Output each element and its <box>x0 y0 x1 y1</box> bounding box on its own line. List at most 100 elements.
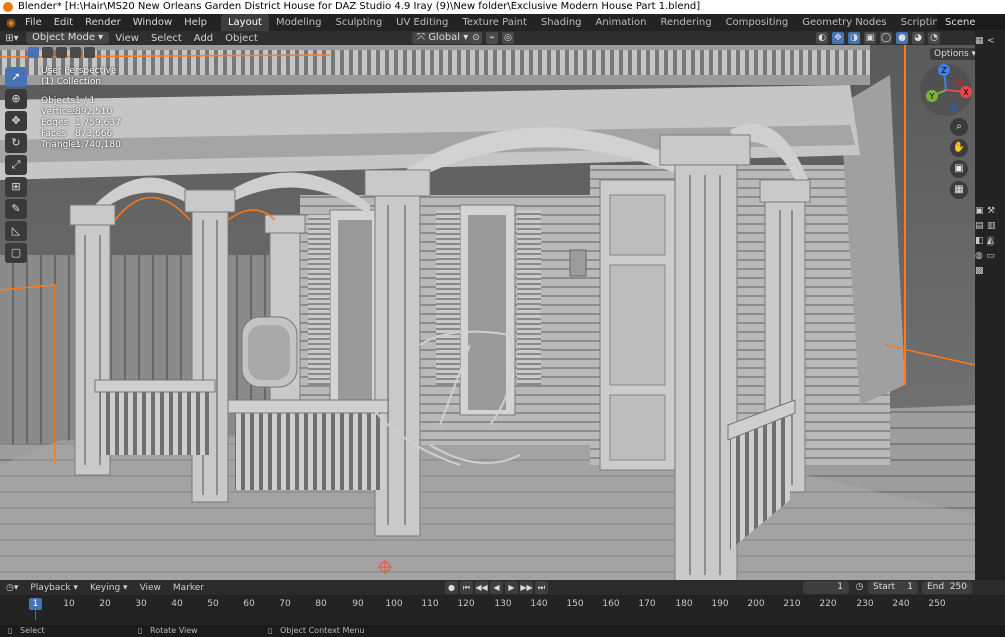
overlay-toggle-icon[interactable]: ◑ <box>848 32 860 44</box>
viewport-text-overlay: User Perspective (1) Collection Objects 1… <box>41 66 121 151</box>
scene-selector[interactable]: Scene <box>937 15 1005 30</box>
frame-tick: 110 <box>421 599 439 609</box>
collapse-icon[interactable]: < <box>987 36 995 46</box>
visibility-icon[interactable]: ◐ <box>816 32 828 44</box>
object-mode-dropdown[interactable]: Object Mode ▾ <box>26 32 110 44</box>
cursor-tool-icon[interactable]: ⊕ <box>5 89 27 109</box>
grid-view-icon[interactable]: ▦ <box>950 181 968 199</box>
tab-rendering[interactable]: Rendering <box>653 14 718 31</box>
end-frame-field[interactable]: End 250 <box>922 581 972 594</box>
gizmo-toggle-icon[interactable]: ✥ <box>832 32 844 44</box>
annotate-tool-icon[interactable]: ✎ <box>5 199 27 219</box>
tab-compositing[interactable]: Compositing <box>719 14 796 31</box>
texture-properties-icon[interactable]: ▩ <box>975 266 984 276</box>
collection-properties-icon[interactable]: ▭ <box>986 251 995 261</box>
tab-shading[interactable]: Shading <box>534 14 589 31</box>
jump-end-icon[interactable]: ⏭ <box>535 581 548 594</box>
navigation-gizmo[interactable]: X Y Z <box>918 62 974 118</box>
menu-playback[interactable]: Playback ▾ <box>24 583 84 593</box>
properties-editor-icon[interactable]: ▣ <box>975 206 984 216</box>
jump-prev-keyframe-icon[interactable]: ◀◀ <box>475 581 488 594</box>
playhead-line <box>35 610 36 620</box>
frame-tick: 60 <box>243 599 255 609</box>
menu-object[interactable]: Object <box>219 33 264 44</box>
tab-layout[interactable]: Layout <box>220 14 269 31</box>
render-properties-icon[interactable]: ▤ <box>975 221 984 231</box>
select-intersect-icon[interactable] <box>84 47 95 58</box>
view-layer-icon[interactable]: ◧ <box>975 236 984 246</box>
3d-viewport[interactable] <box>0 45 975 580</box>
shading-wireframe-icon[interactable]: ◯ <box>880 32 892 44</box>
options-dropdown[interactable]: Options ▾ <box>930 48 981 60</box>
add-cube-tool-icon[interactable]: ▢ <box>5 243 27 263</box>
menu-window[interactable]: Window <box>127 17 178 28</box>
status-rotate: Rotate View <box>150 626 198 635</box>
menu-view[interactable]: View <box>109 33 145 44</box>
scene-properties-icon[interactable]: ◭ <box>987 236 994 246</box>
pivot-icon[interactable]: ⊙ <box>470 32 482 44</box>
snap-icon[interactable]: ⌁ <box>486 32 498 44</box>
menu-select[interactable]: Select <box>145 33 188 44</box>
select-invert-icon[interactable] <box>70 47 81 58</box>
menu-file[interactable]: File <box>19 17 48 28</box>
menu-edit[interactable]: Edit <box>48 17 79 28</box>
shading-material-icon[interactable]: ◕ <box>912 32 924 44</box>
play-reverse-icon[interactable]: ◀ <box>490 581 503 594</box>
xray-icon[interactable]: ▣ <box>864 32 876 44</box>
select-subtract-icon[interactable] <box>56 47 67 58</box>
select-new-icon[interactable] <box>28 47 39 58</box>
play-icon[interactable]: ▶ <box>505 581 518 594</box>
tab-geometry-nodes[interactable]: Geometry Nodes <box>795 14 893 31</box>
rotate-tool-icon[interactable]: ↻ <box>5 133 27 153</box>
camera-icon[interactable]: ▣ <box>950 160 968 178</box>
pan-hand-icon[interactable]: ✋ <box>950 139 968 157</box>
timeline-editor-icon[interactable]: ◷▾ <box>0 583 24 593</box>
scene-name: Scene <box>945 17 976 28</box>
select-box-tool-icon[interactable]: ➚ <box>5 67 27 87</box>
preview-range-icon[interactable]: ◷ <box>853 581 866 594</box>
menu-help[interactable]: Help <box>178 17 213 28</box>
keying-label: Keying <box>89 582 121 593</box>
tool-properties-icon[interactable]: ⚒ <box>987 206 995 216</box>
blender-menu-icon[interactable]: ◉ <box>3 16 19 30</box>
select-extend-icon[interactable] <box>42 47 53 58</box>
shading-rendered-icon[interactable]: ◔ <box>928 32 940 44</box>
menu-marker[interactable]: Marker <box>167 583 210 593</box>
stat-value: 1 / 1 <box>75 96 96 106</box>
proportional-edit-icon[interactable]: ◎ <box>502 32 514 44</box>
zoom-icon[interactable]: ⌕ <box>950 118 968 136</box>
record-icon[interactable]: ● <box>445 581 458 594</box>
stat-label: Edges <box>41 118 69 128</box>
move-tool-icon[interactable]: ✥ <box>5 111 27 131</box>
start-frame-field[interactable]: Start 1 <box>868 581 918 594</box>
frame-tick: 100 <box>385 599 403 609</box>
menu-render[interactable]: Render <box>79 17 127 28</box>
menu-keying[interactable]: Keying ▾ <box>84 583 134 593</box>
stat-row: Objects 1 / 1 <box>41 96 121 107</box>
status-bar: ▯ Select ▯ Rotate View ▯ Object Context … <box>0 625 1005 637</box>
frame-tick: 220 <box>819 599 837 609</box>
world-properties-icon[interactable]: ◍ <box>975 251 983 261</box>
tab-sculpting[interactable]: Sculpting <box>328 14 389 31</box>
transform-tool-icon[interactable]: ⊞ <box>5 177 27 197</box>
mouse-left-icon: ▯ <box>8 626 13 635</box>
tab-texture-paint[interactable]: Texture Paint <box>455 14 534 31</box>
menu-view-timeline[interactable]: View <box>134 583 167 593</box>
current-frame-field[interactable]: 1 <box>803 581 849 594</box>
measure-tool-icon[interactable]: ◺ <box>5 221 27 241</box>
jump-start-icon[interactable]: ⏮ <box>460 581 473 594</box>
start-value: 1 <box>907 582 913 592</box>
timeline-ruler[interactable]: 1 10 20 30 40 50 60 70 80 90 100 110 120… <box>0 595 1005 625</box>
tab-animation[interactable]: Animation <box>589 14 654 31</box>
scale-tool-icon[interactable]: ⤢ <box>5 155 27 175</box>
jump-next-keyframe-icon[interactable]: ▶▶ <box>520 581 533 594</box>
output-properties-icon[interactable]: ▥ <box>987 221 996 231</box>
menu-add[interactable]: Add <box>188 33 219 44</box>
editor-type-icon[interactable]: ⊞▾ <box>0 33 24 44</box>
transform-orientation-dropdown[interactable]: ⤧ Global ▾ <box>412 32 474 44</box>
outliner-toggle-icon[interactable]: ▦ <box>975 36 984 46</box>
tab-modeling[interactable]: Modeling <box>269 14 329 31</box>
playhead[interactable]: 1 <box>29 598 42 610</box>
tab-uv-editing[interactable]: UV Editing <box>389 14 455 31</box>
shading-solid-icon[interactable]: ● <box>896 32 908 44</box>
